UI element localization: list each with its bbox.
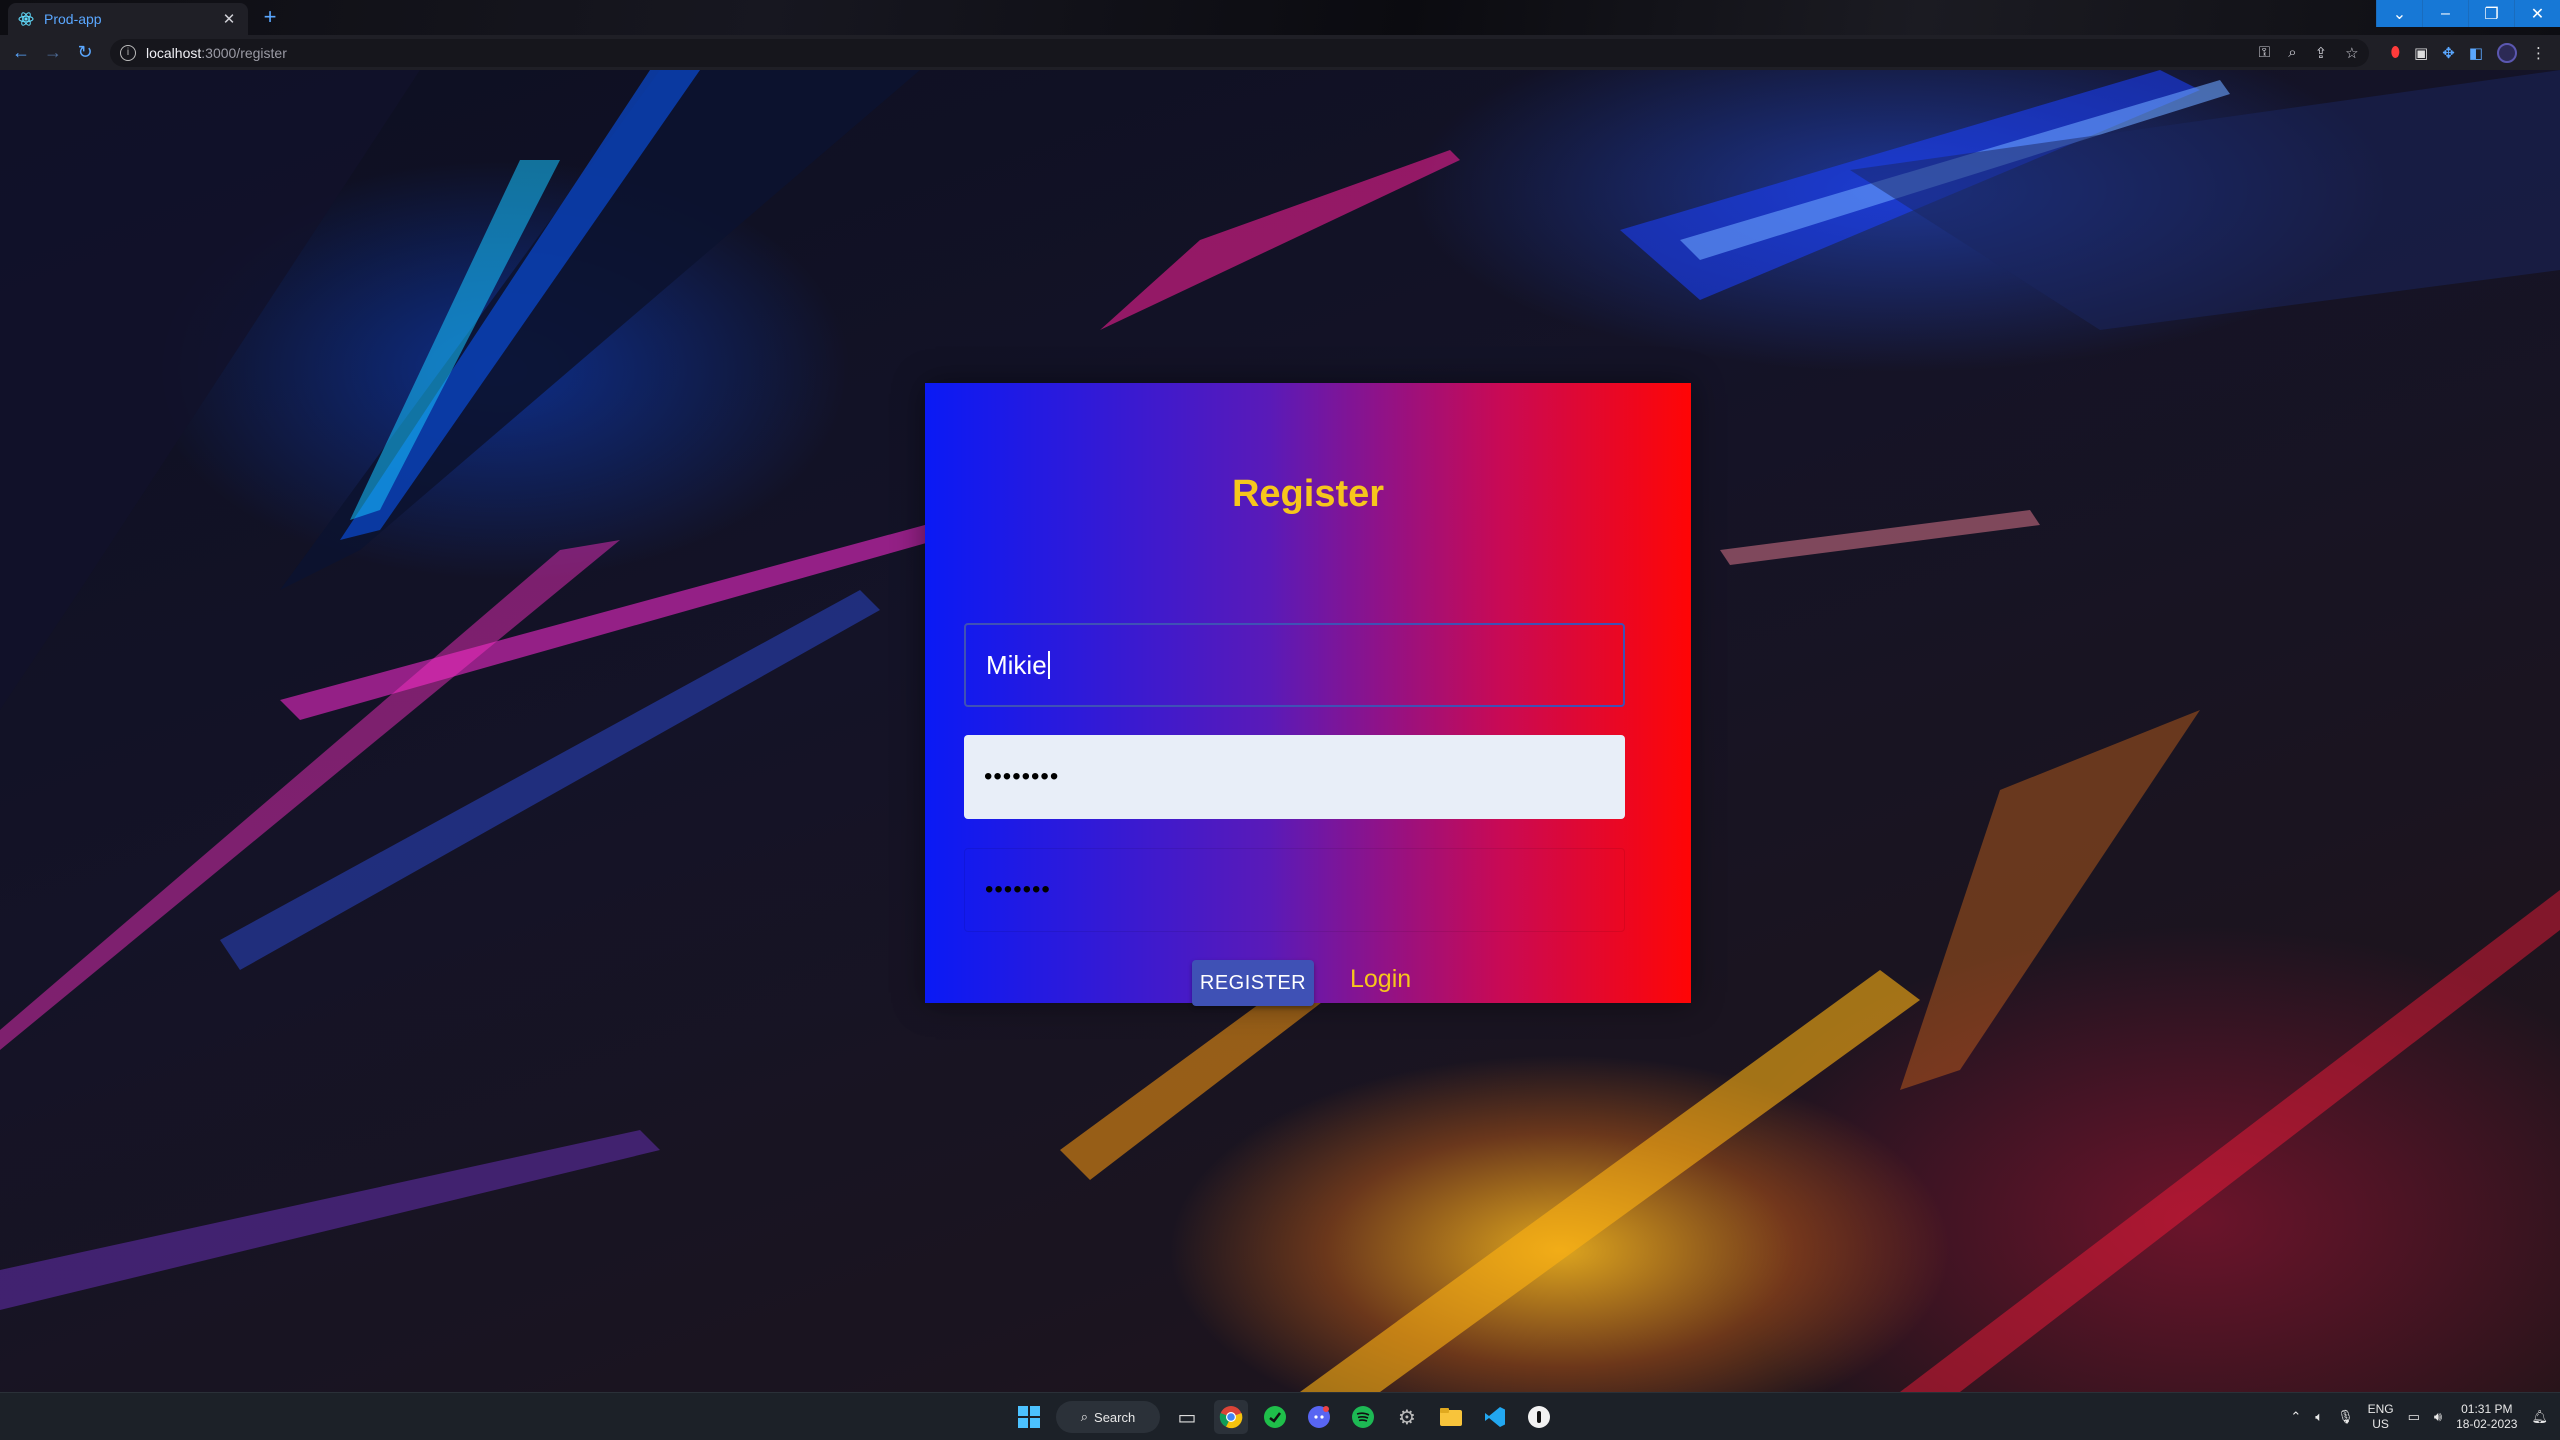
speaker-icon[interactable]: 🔈︎ [2315,1409,2323,1425]
reload-icon[interactable]: ↻ [70,38,100,68]
key-icon[interactable]: ⚿ [2259,44,2270,62]
chrome-icon[interactable] [1214,1400,1248,1434]
back-icon[interactable]: ← [6,38,36,68]
share-icon[interactable]: ⇪ [2315,44,2328,62]
search-label: Search [1094,1409,1136,1425]
vscode-icon[interactable] [1478,1400,1512,1434]
clock-date: 18-02-2023 [2456,1417,2518,1431]
volume-icon[interactable]: 🔊︎ [2434,1409,2442,1425]
microphone-icon[interactable]: 🎙︎ [2337,1409,2354,1425]
language-indicator[interactable]: ENG US [2368,1402,2394,1432]
confirm-password-input[interactable]: ••••••• [964,848,1625,932]
extensions-puzzle-icon[interactable]: ✥ [2442,44,2455,62]
white-app-icon[interactable] [1522,1400,1556,1434]
username-input[interactable]: Mikie [964,623,1625,707]
username-value: Mikie [986,649,1047,680]
menu-kebab-icon[interactable]: ⋮ [2531,44,2546,62]
url-path: :3000/register [201,44,287,61]
bookmark-star-icon[interactable]: ☆ [2345,44,2358,62]
settings-gear-icon[interactable]: ⚙ [1390,1400,1424,1434]
password-value: •••••••• [984,763,1060,790]
url-host: localhost [146,44,202,61]
tab-prod-app[interactable]: Prod-app ✕ [8,3,248,35]
address-bar[interactable]: i localhost:3000/register ⚿ ⌕ ⇪ ☆ [110,38,2369,67]
register-card: Register Mikie •••••••• ••••••• REGISTER… [925,383,1691,1006]
spotify-icon[interactable] [1346,1400,1380,1434]
lang-top: ENG [2367,1402,2394,1416]
file-explorer-icon[interactable] [1434,1400,1468,1434]
tab-strip: Prod-app ✕ + ⌄ – ❐ ✕ [0,0,2560,35]
browser-toolbar: ← → ↻ i localhost:3000/register ⚿ ⌕ ⇪ ☆ … [0,35,2560,70]
network-icon[interactable]: ▭ [2408,1409,2420,1425]
password-input[interactable]: •••••••• [964,735,1625,819]
tab-title: Prod-app [44,11,102,27]
restore-button[interactable]: ❐ [2468,0,2514,27]
new-tab-button[interactable]: + [258,6,282,30]
profile-avatar[interactable] [2497,42,2517,63]
lang-bottom: US [2372,1417,2389,1431]
clock[interactable]: 01:31 PM 18-02-2023 [2456,1402,2517,1432]
notification-bell-icon[interactable]: 🔔︎ [2531,1409,2548,1425]
side-panel-icon[interactable]: ◧ [2469,44,2483,62]
forward-icon[interactable]: → [38,38,68,68]
taskbar: ⌕ Search ▭ ⚙ ⌃ 🔈︎ 🎙︎ ENG US ▭ 🔊︎ 01:31 P… [0,1392,2560,1440]
minimize-button[interactable]: – [2422,0,2468,27]
clock-time: 01:31 PM [2461,1402,2513,1416]
text-caret [1047,651,1050,679]
register-title: Register [1231,473,1385,515]
register-button[interactable]: REGISTER [1192,960,1314,1006]
confirm-password-value: ••••••• [985,876,1051,903]
login-link[interactable]: Login [1350,965,1411,994]
zoom-icon[interactable]: ⌕ [2288,44,2296,62]
tab-search-icon[interactable]: ⌄ [2376,0,2422,27]
chevron-up-icon[interactable]: ⌃ [2290,1409,2301,1425]
green-app-icon[interactable] [1258,1400,1292,1434]
site-info-icon[interactable]: i [120,44,136,61]
search-icon: ⌕ [1080,1409,1089,1424]
window-controls: ⌄ – ❐ ✕ [2376,0,2560,27]
extension-gray-icon[interactable]: ▣ [2414,44,2428,62]
windows-start-icon[interactable] [1012,1400,1046,1434]
close-window-button[interactable]: ✕ [2514,0,2560,27]
react-icon [18,11,34,27]
discord-icon[interactable] [1302,1400,1336,1434]
tab-close-icon[interactable]: ✕ [220,10,238,28]
extension-red-icon[interactable]: ⬮ [2391,44,2400,61]
url-text: localhost:3000/register [146,45,287,61]
taskbar-search[interactable]: ⌕ Search [1056,1401,1160,1433]
page-viewport: Register Mikie •••••••• ••••••• REGISTER… [0,70,2560,1392]
task-view-icon[interactable]: ▭ [1170,1400,1204,1434]
